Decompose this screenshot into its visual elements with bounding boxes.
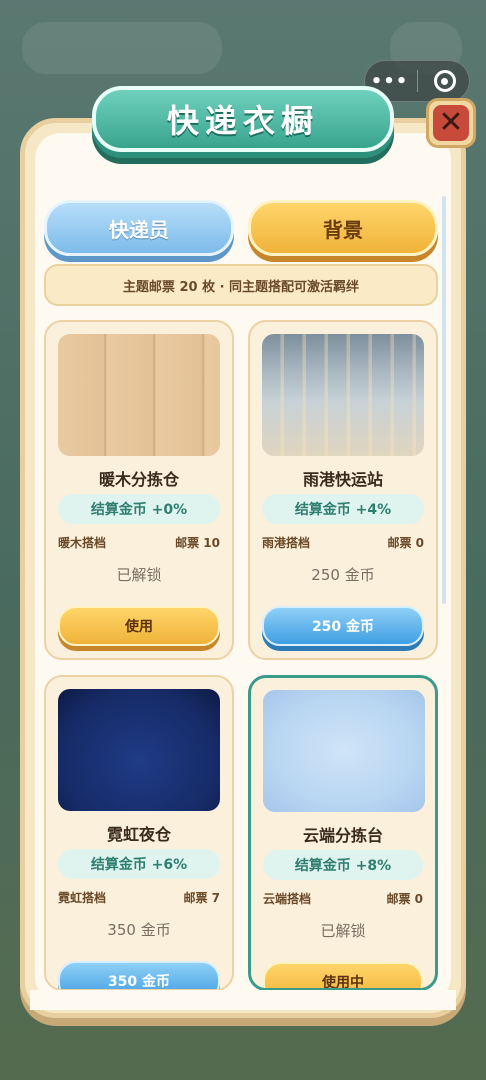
card-meta: 雨港搭档 邮票 0	[262, 534, 424, 551]
stamp-count: 邮票 10	[175, 536, 220, 550]
close-button[interactable]: ✕	[426, 98, 476, 148]
panel-bottom-edge	[30, 990, 456, 1010]
close-icon: ✕	[433, 105, 469, 141]
exit-miniapp-button[interactable]	[423, 65, 467, 97]
tab-background[interactable]: 背景	[248, 200, 438, 256]
unlock-status: 已解锁	[116, 566, 162, 584]
theme-partner-label: 雨港搭档	[262, 536, 311, 550]
stamp-count: 邮票 0	[386, 892, 423, 906]
in-use-button[interactable]: 使用中	[263, 962, 423, 988]
theme-partner-label: 暖木搭档	[58, 536, 107, 550]
tab-courier[interactable]: 快递员	[44, 200, 234, 256]
background-card-neon-night[interactable]: 霓虹夜仓 结算金币 +6% 霓虹搭档 邮票 7 350 金币 350 金币	[44, 675, 234, 991]
title-banner: 快递衣橱	[92, 86, 394, 158]
price-text: 350 金币	[107, 921, 171, 939]
background-card-cloud-sorting[interactable]: 云端分拣台 结算金币 +8% 云端搭档 邮票 0 已解锁 使用中	[248, 675, 438, 991]
buy-button[interactable]: 250 金币	[262, 606, 424, 646]
card-meta: 暖木搭档 邮票 10	[58, 534, 220, 551]
background-card-warm-wood[interactable]: 暖木分拣仓 结算金币 +0% 暖木搭档 邮票 10 已解锁 使用	[44, 320, 234, 660]
unlock-status: 已解锁	[320, 922, 366, 940]
coin-bonus-badge: 结算金币 +6%	[58, 849, 220, 879]
stamp-info-banner: 主题邮票 20 枚 · 同主题搭配可激活羁绊	[44, 264, 438, 306]
target-icon	[433, 70, 456, 92]
card-thumbnail	[263, 690, 425, 812]
stamp-count: 邮票 7	[183, 891, 220, 905]
page-title: 快递衣橱	[166, 102, 319, 140]
use-button[interactable]: 使用	[58, 606, 220, 646]
card-title: 雨港快运站	[302, 470, 383, 489]
card-meta: 霓虹搭档 邮票 7	[58, 889, 220, 906]
coin-bonus-badge: 结算金币 +4%	[262, 494, 424, 524]
card-thumbnail	[58, 334, 220, 456]
theme-partner-label: 云端搭档	[263, 892, 312, 906]
background-card-rain-port[interactable]: 雨港快运站 结算金币 +4% 雨港搭档 邮票 0 250 金币 250 金币	[248, 320, 438, 660]
theme-partner-label: 霓虹搭档	[58, 891, 107, 905]
price-text: 250 金币	[311, 566, 375, 584]
card-title: 暖木分拣仓	[98, 470, 179, 489]
coin-bonus-badge: 结算金币 +8%	[263, 850, 423, 880]
card-thumbnail	[58, 689, 220, 811]
coin-bonus-badge: 结算金币 +0%	[58, 494, 220, 524]
buy-button[interactable]: 350 金币	[58, 961, 220, 989]
card-thumbnail	[262, 334, 424, 456]
scrollbar[interactable]	[442, 196, 446, 604]
card-title: 霓虹夜仓	[106, 825, 171, 844]
capsule-divider	[416, 70, 418, 92]
card-title: 云端分拣台	[302, 826, 383, 845]
stamp-count: 邮票 0	[387, 536, 424, 550]
card-meta: 云端搭档 邮票 0	[263, 890, 423, 907]
